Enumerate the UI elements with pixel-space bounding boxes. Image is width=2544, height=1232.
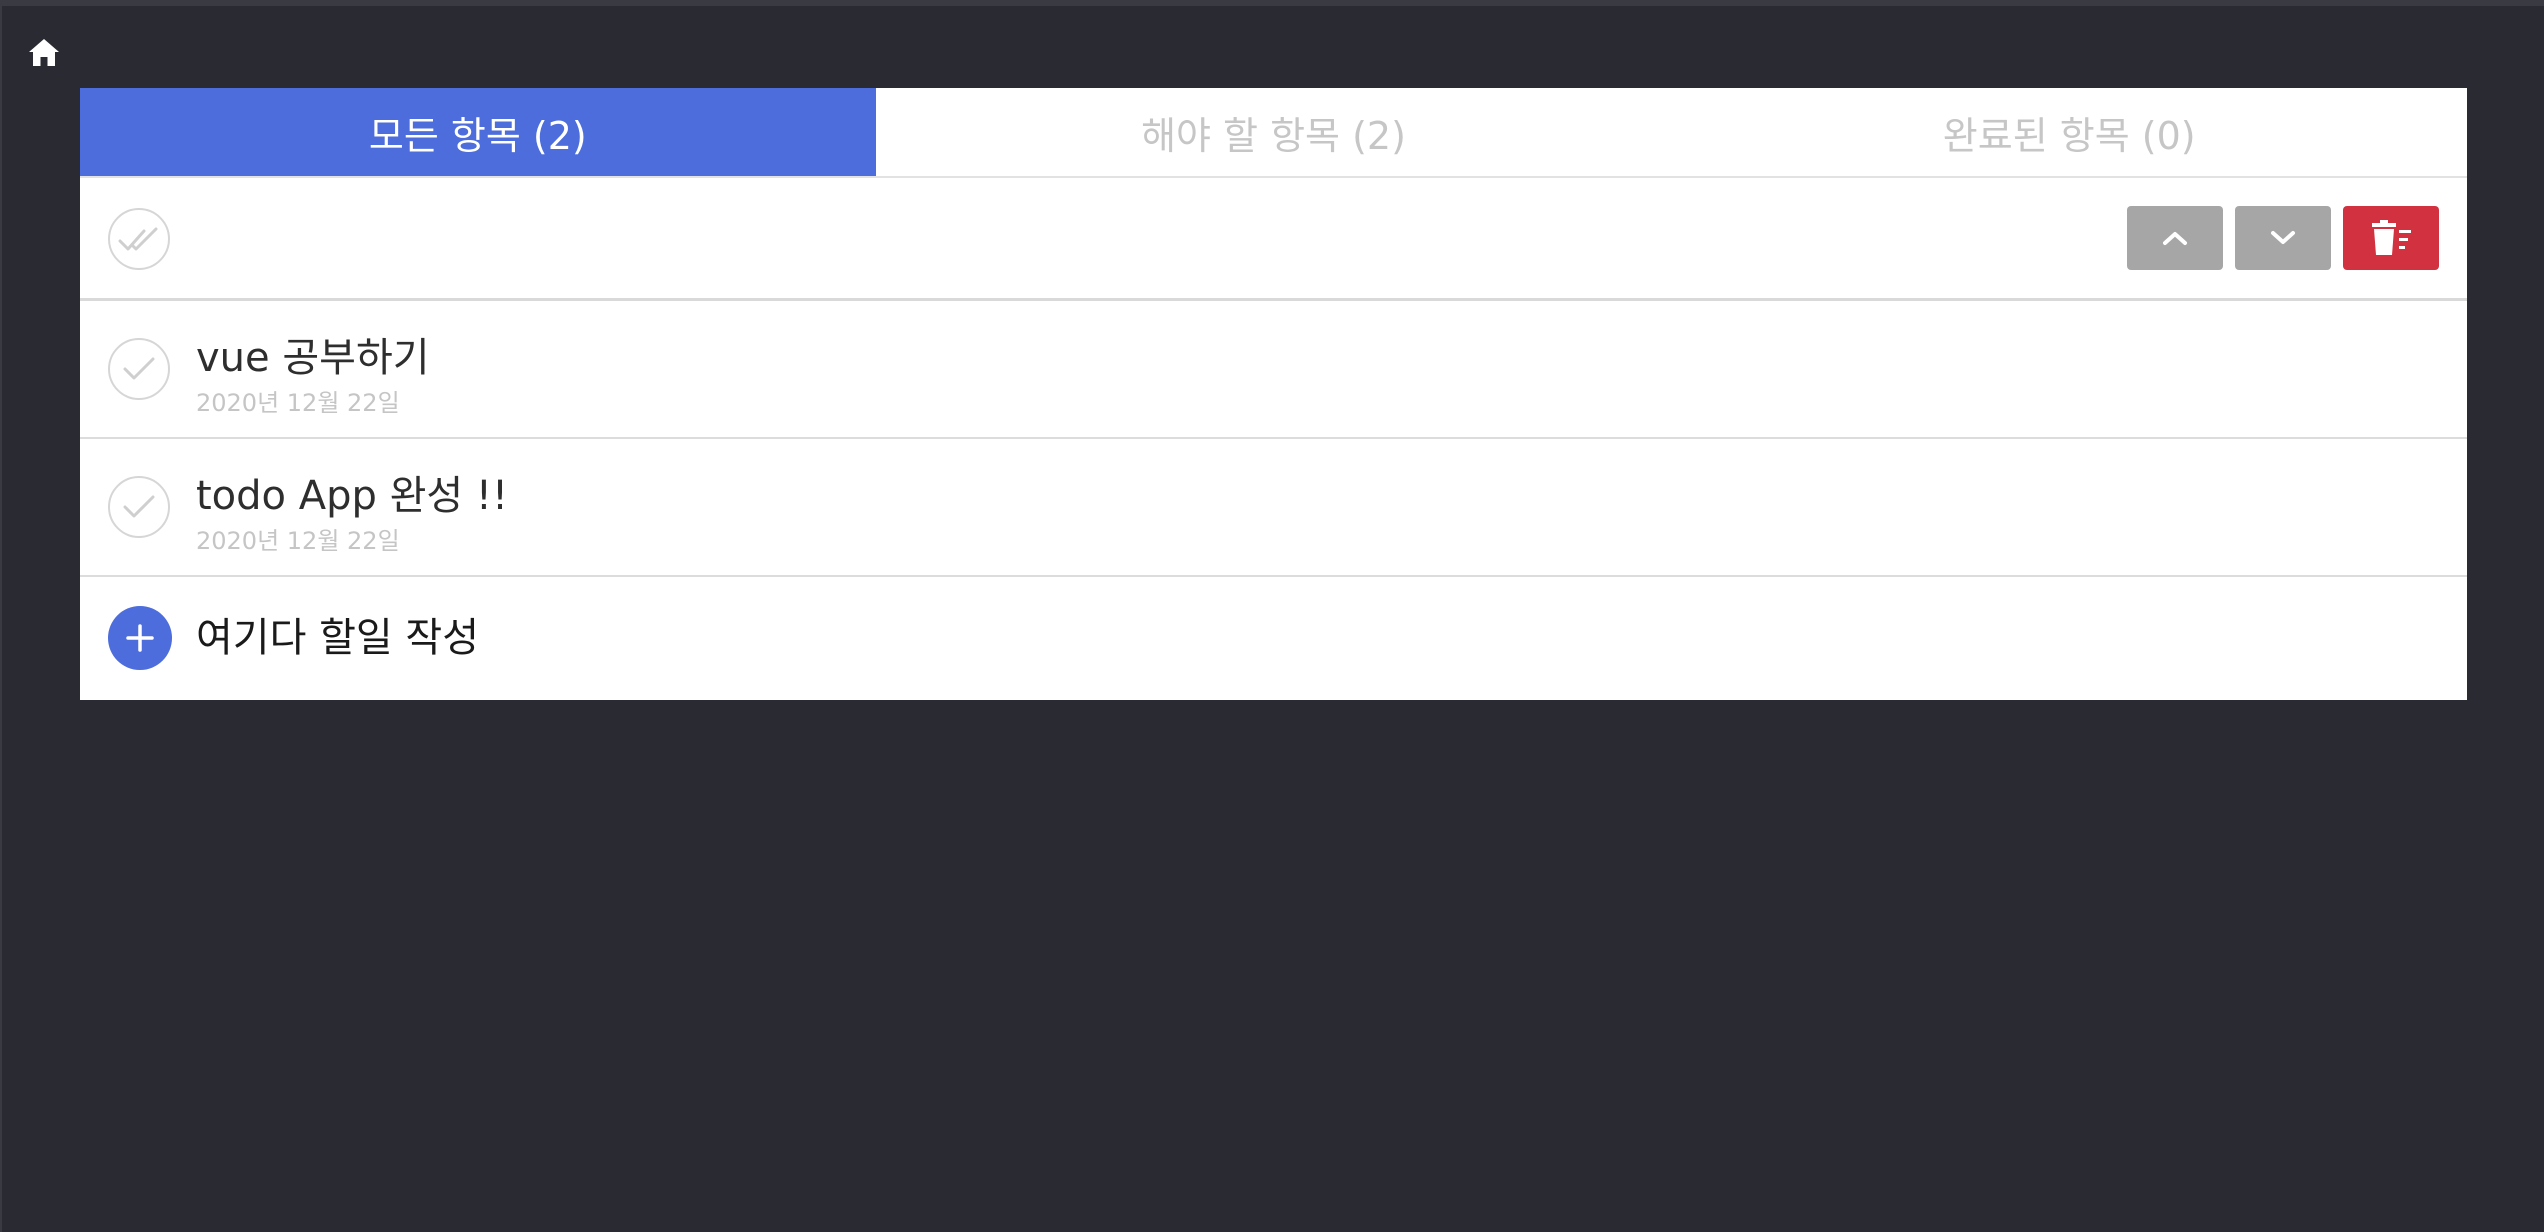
- tab-todo[interactable]: 해야 할 항목 (2): [876, 88, 1672, 176]
- new-todo-input[interactable]: [196, 609, 1796, 667]
- todo-item: todo App 완성 !! 2020년 12월 22일: [80, 439, 2467, 577]
- move-up-button[interactable]: [2127, 206, 2223, 270]
- window-left-border: [0, 0, 2, 1232]
- home-icon: [29, 39, 59, 66]
- tab-done[interactable]: 완료된 항목 (0): [1671, 88, 2467, 176]
- toolbar: [80, 178, 2467, 301]
- todo-item: vue 공부하기 2020년 12월 22일: [80, 301, 2467, 439]
- home-button[interactable]: [26, 36, 62, 68]
- toggle-all-button[interactable]: [108, 208, 170, 270]
- add-todo-row: [80, 577, 2467, 697]
- move-down-button[interactable]: [2235, 206, 2331, 270]
- tab-all[interactable]: 모든 항목 (2): [80, 88, 876, 176]
- trash-icon: [2372, 220, 2411, 255]
- add-button[interactable]: [108, 606, 172, 670]
- delete-button[interactable]: [2343, 206, 2439, 270]
- todo-title[interactable]: todo App 완성 !!: [196, 463, 508, 521]
- todo-title[interactable]: vue 공부하기: [196, 325, 430, 383]
- todo-date: 2020년 12월 22일: [196, 389, 400, 417]
- window-top-border: [0, 0, 2544, 6]
- complete-toggle[interactable]: [108, 338, 170, 400]
- check-icon: [123, 357, 155, 380]
- todo-date: 2020년 12월 22일: [196, 527, 400, 555]
- todo-panel: 모든 항목 (2) 해야 할 항목 (2) 완료된 항목 (0) vue 공부하…: [80, 88, 2467, 700]
- check-icon: [123, 495, 155, 518]
- filter-tabs: 모든 항목 (2) 해야 할 항목 (2) 완료된 항목 (0): [80, 88, 2467, 178]
- complete-toggle[interactable]: [108, 476, 170, 538]
- double-check-icon: [118, 227, 158, 251]
- plus-icon: [126, 624, 154, 652]
- chevron-up-icon: [2163, 232, 2187, 245]
- chevron-down-icon: [2271, 231, 2295, 244]
